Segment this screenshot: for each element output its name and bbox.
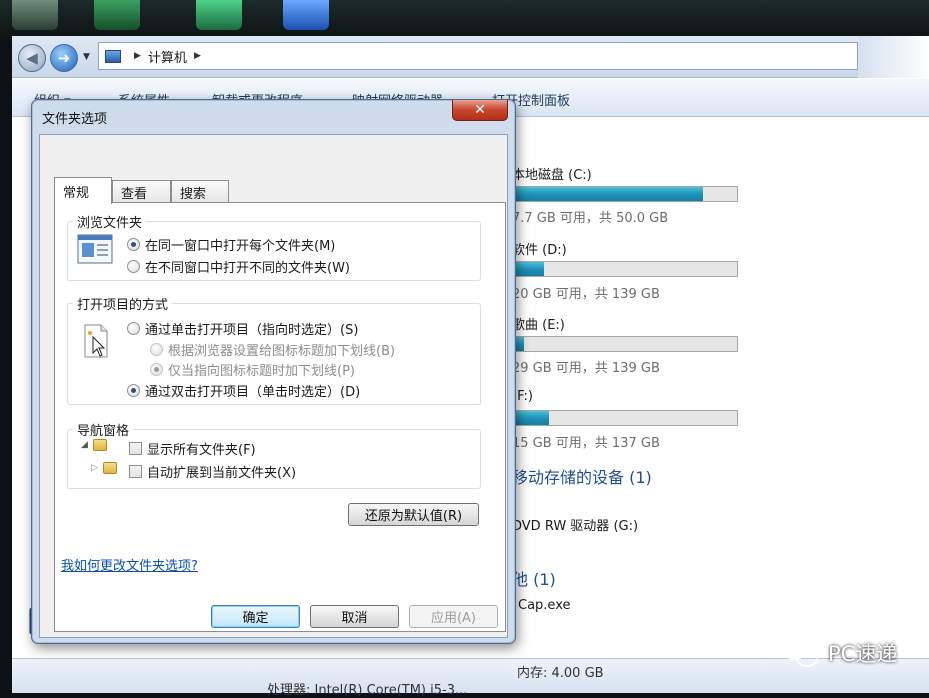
button-label: 确定 xyxy=(242,611,269,626)
watermark-text: PC速递 xyxy=(828,642,898,666)
option-label: 通过双击打开项目（单击时选定）(D) xyxy=(145,385,361,400)
single-click-radio[interactable]: 通过单击打开项目（指向时选定）(S) xyxy=(127,319,358,338)
apply-button[interactable]: 应用(A) xyxy=(409,605,498,628)
drive-name: 本地磁盘 (C:) xyxy=(512,168,592,183)
tab-search[interactable]: 搜索 xyxy=(171,180,229,204)
arrow-left-icon: ◀ xyxy=(26,49,38,67)
drive-name: 歌曲 (E:) xyxy=(512,318,565,333)
tab-label: 搜索 xyxy=(180,187,207,202)
search-box-area xyxy=(858,36,929,78)
click-items-title: 打开项目的方式 xyxy=(73,294,173,313)
restore-defaults-button[interactable]: 还原为默认值(R) xyxy=(348,503,479,526)
removable-storage-header[interactable]: 可移动存储的设备 (1) xyxy=(496,464,652,488)
option-label: 在不同窗口中打开不同的文件夹(W) xyxy=(145,261,350,276)
drive-usage-fill xyxy=(513,262,545,276)
desktop-background xyxy=(0,0,929,40)
memory-label: 内存: 4.00 GB xyxy=(517,666,604,681)
dialog-client-area: 常规 查看 搜索 浏览文件夹 在同一窗口中打开每个文件夹(M) 在不同窗口中打开… xyxy=(39,134,508,638)
tab-view[interactable]: 查看 xyxy=(112,180,171,204)
radio-indicator xyxy=(127,238,140,251)
tab-general[interactable]: 常规 xyxy=(54,177,112,204)
open-same-window-radio[interactable]: 在同一窗口中打开每个文件夹(M) xyxy=(127,235,335,254)
radio-indicator xyxy=(150,363,163,376)
option-label: 根据浏览器设置给图标标题加下划线(B) xyxy=(168,344,396,359)
radio-indicator xyxy=(127,322,140,335)
tab-label: 查看 xyxy=(121,187,148,202)
desktop-shortcut-icon[interactable] xyxy=(12,0,58,30)
show-all-folders-checkbox[interactable]: 显示所有文件夹(F) xyxy=(129,439,256,458)
folder-options-dialog: 文件夹选项 ✕ 常规 查看 搜索 浏览文件夹 在同一窗口中打开每个文件夹(M) xyxy=(31,99,516,644)
desktop-shortcut-icon[interactable] xyxy=(196,0,242,30)
ok-button[interactable]: 确定 xyxy=(211,605,300,628)
address-row: ◀ ➜ ▼ ▶ 计算机 ▶ xyxy=(12,36,929,78)
radio-indicator xyxy=(127,260,140,273)
auto-expand-checkbox[interactable]: 自动扩展到当前文件夹(X) xyxy=(129,462,296,481)
breadcrumb-computer[interactable]: 计算机 xyxy=(148,47,187,66)
expanded-triangle-icon: ◢ xyxy=(81,440,88,450)
underline-point-radio[interactable]: 仅当指向图标标题时加下划线(P) xyxy=(150,360,355,379)
collapsed-triangle-icon: ▷ xyxy=(91,463,98,473)
radio-indicator xyxy=(127,384,140,397)
drive-usage-fill xyxy=(513,411,549,425)
recent-pages-dropdown[interactable]: ▼ xyxy=(83,52,90,62)
button-label: 取消 xyxy=(341,611,368,626)
close-icon: ✕ xyxy=(474,102,486,118)
drive-usage-bar xyxy=(512,261,738,277)
back-button[interactable]: ◀ xyxy=(18,44,46,72)
checkbox-box xyxy=(129,442,142,455)
button-label: 应用(A) xyxy=(430,611,477,626)
breadcrumb-arrow-icon[interactable]: ▶ xyxy=(134,51,141,61)
folder-icon xyxy=(103,462,117,474)
dvd-drive-item[interactable]: DVD RW 驱动器 (G:) xyxy=(512,515,638,534)
nav-tree-row: ◢ xyxy=(81,439,123,451)
pointer-document-icon xyxy=(84,324,108,358)
cap-exe-item[interactable]: Cap.exe xyxy=(518,598,571,613)
breadcrumb-arrow-icon[interactable]: ▶ xyxy=(194,51,201,61)
drive-space-label: 7.7 GB 可用，共 50.0 GB xyxy=(512,211,669,226)
option-label: 通过单击打开项目（指向时选定）(S) xyxy=(145,323,359,338)
drive-usage-bar xyxy=(512,186,738,202)
computer-icon xyxy=(105,49,121,63)
radio-indicator xyxy=(150,343,163,356)
chat-bubble-icon xyxy=(782,638,822,668)
drive-space-label: 15 GB 可用，共 137 GB xyxy=(512,436,660,451)
tab-label: 常规 xyxy=(63,185,90,201)
option-label: 仅当指向图标标题时加下划线(P) xyxy=(168,364,355,379)
desktop-shortcut-icon[interactable] xyxy=(283,0,329,30)
option-label: 自动扩展到当前文件夹(X) xyxy=(147,466,297,481)
cancel-button[interactable]: 取消 xyxy=(310,605,399,628)
checkbox-box xyxy=(129,465,142,478)
open-new-window-radio[interactable]: 在不同窗口中打开不同的文件夹(W) xyxy=(127,257,350,276)
drive-usage-bar xyxy=(512,336,738,352)
general-tab-panel: 浏览文件夹 在同一窗口中打开每个文件夹(M) 在不同窗口中打开不同的文件夹(W)… xyxy=(54,202,506,632)
button-label: 还原为默认值(R) xyxy=(364,509,463,524)
close-button[interactable]: ✕ xyxy=(452,100,508,121)
help-link[interactable]: 我如何更改文件夹选项? xyxy=(61,555,198,574)
arrow-right-icon: ➜ xyxy=(57,49,71,67)
option-label: 在同一窗口中打开每个文件夹(M) xyxy=(145,239,336,254)
address-bar[interactable]: ▶ 计算机 ▶ xyxy=(98,42,858,70)
nav-tree-row: ▷ xyxy=(91,462,117,474)
desktop-shortcut-icon[interactable] xyxy=(94,0,140,30)
drive-usage-fill xyxy=(513,187,704,201)
drive-name: 软件 (D:) xyxy=(512,243,567,258)
cpu-label: 处理器: Intel(R) Core(TM) i5-3... xyxy=(267,683,468,698)
navigation-pane-title: 导航窗格 xyxy=(73,420,134,439)
browse-window-icon xyxy=(77,234,113,264)
dialog-title: 文件夹选项 xyxy=(42,112,108,127)
underline-browser-radio[interactable]: 根据浏览器设置给图标标题加下划线(B) xyxy=(150,340,395,359)
option-label: 显示所有文件夹(F) xyxy=(147,443,256,458)
chevron-down-icon: ▼ xyxy=(83,52,90,62)
drive-usage-bar xyxy=(512,410,738,426)
drive-space-label: 29 GB 可用，共 139 GB xyxy=(512,361,660,376)
drive-space-label: 20 GB 可用，共 139 GB xyxy=(512,287,660,302)
forward-button[interactable]: ➜ xyxy=(50,44,78,72)
folder-icon xyxy=(93,439,107,451)
browse-folders-title: 浏览文件夹 xyxy=(73,212,147,231)
double-click-radio[interactable]: 通过双击打开项目（单击时选定）(D) xyxy=(127,381,360,400)
watermark: PC速递 xyxy=(782,638,897,668)
